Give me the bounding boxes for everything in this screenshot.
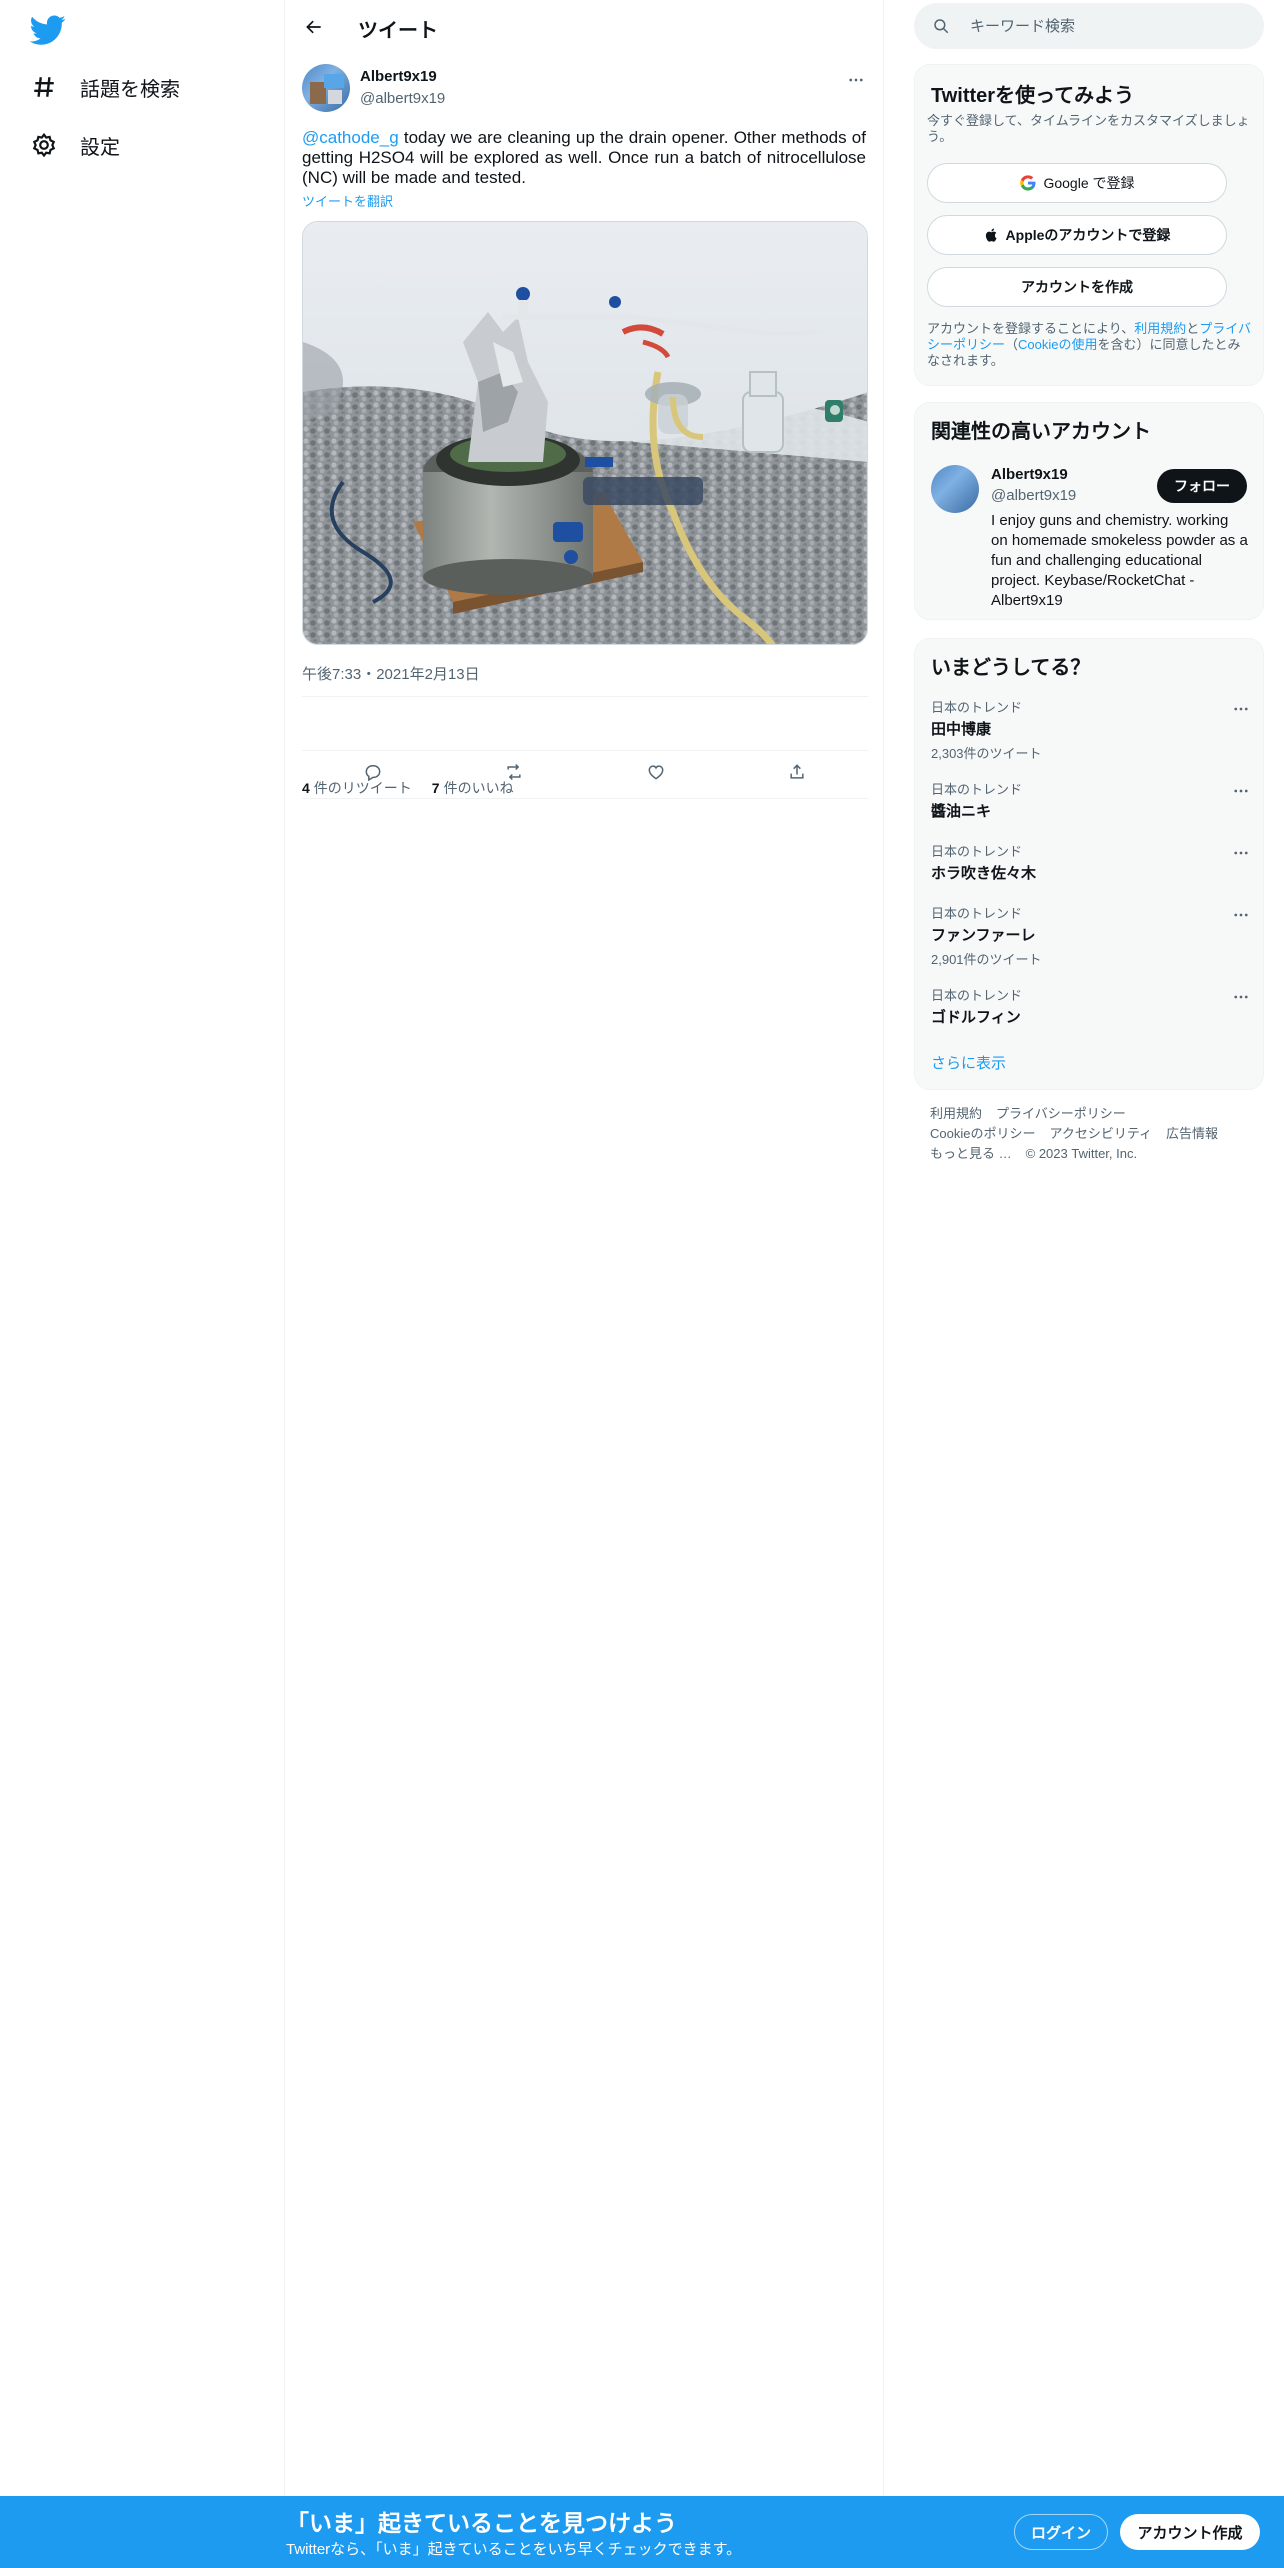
signup-legal-text: アカウントを登録することにより、利用規約とプライバシーポリシー（Cookieの使… xyxy=(927,321,1253,369)
trend-category: 日本のトレンド xyxy=(931,782,1023,797)
more-options-icon[interactable] xyxy=(1229,697,1253,721)
related-account-handle[interactable]: @albert9x19 xyxy=(991,487,1076,504)
related-account-name[interactable]: Albert9x19 xyxy=(991,466,1068,483)
footer-link[interactable]: アクセシビリティ xyxy=(1049,1126,1152,1141)
author-name[interactable]: Albert9x19 xyxy=(360,68,437,85)
show-more-link[interactable]: さらに表示 xyxy=(931,1052,1006,1073)
more-options-icon[interactable] xyxy=(1229,779,1253,803)
twitter-logo-icon[interactable] xyxy=(29,12,66,48)
hashtag-icon xyxy=(30,73,58,101)
trend-name: 醬油ニキ xyxy=(931,803,992,820)
footer-links: 利用規約 プライバシーポリシー Cookieのポリシー アクセシビリティ 広告情報 も… xyxy=(930,1104,1260,1164)
tweet-photo[interactable] xyxy=(302,221,868,645)
apple-icon xyxy=(984,227,1000,243)
more-options-icon[interactable] xyxy=(1229,903,1253,927)
legal-prefix: アカウントを登録することにより、 xyxy=(927,321,1135,336)
create-account-button[interactable]: アカウントを作成 xyxy=(927,267,1227,307)
create-account-label: アカウントを作成 xyxy=(1021,279,1133,295)
divider xyxy=(302,750,868,751)
trend-category: 日本のトレンド xyxy=(931,844,1023,859)
trends-card-title: いまどうしてる？ xyxy=(931,657,1091,679)
footer-link[interactable]: 広告情報 xyxy=(1166,1126,1218,1141)
more-options-icon[interactable] xyxy=(1229,985,1253,1009)
search-icon xyxy=(932,17,950,35)
footer-link[interactable]: Cookieのポリシー xyxy=(930,1126,1035,1141)
trend-count: 2,303件のツイート xyxy=(931,746,1042,761)
google-icon xyxy=(1019,174,1037,192)
bottom-bar-title: 「いま」起きていることを見つけよう xyxy=(286,2510,677,2536)
trend-name: 田中博康 xyxy=(931,721,992,738)
share-icon[interactable] xyxy=(781,756,813,788)
trend-name: ゴドルフィン xyxy=(931,1009,1021,1026)
legal-open: （ xyxy=(1005,337,1019,352)
more-options-icon[interactable] xyxy=(844,68,868,92)
bottom-signup-bar: 「いま」起きていることを見つけよう Twitterなら、「いま」起きていることを… xyxy=(0,2496,1284,2568)
footer-link[interactable]: もっと見る … xyxy=(930,1146,1012,1161)
legal-and: と xyxy=(1186,321,1200,336)
page-header: ツイート xyxy=(286,0,884,54)
footer-link[interactable]: プライバシーポリシー xyxy=(996,1106,1126,1121)
apple-signup-button[interactable]: Appleのアカウントで登録 xyxy=(927,215,1227,255)
author-handle[interactable]: @albert9x19 xyxy=(360,90,445,107)
cookie-link[interactable]: Cookieの使用 xyxy=(1018,337,1097,352)
trend-name: ファンファーレ xyxy=(931,927,1036,944)
back-arrow-icon[interactable] xyxy=(298,11,330,43)
nav-item-explore[interactable]: 話題を検索 xyxy=(30,67,180,107)
reply-icon[interactable] xyxy=(357,756,389,788)
avatar[interactable] xyxy=(302,64,350,112)
nav-item-settings[interactable]: 設定 xyxy=(30,125,120,165)
divider xyxy=(302,696,868,697)
footer-link[interactable]: 利用規約 xyxy=(930,1106,982,1121)
related-card-title: 関連性の高いアカウント xyxy=(931,421,1151,443)
terms-link[interactable]: 利用規約 xyxy=(1134,321,1186,336)
gear-icon xyxy=(30,131,58,159)
nav-item-label: 設定 xyxy=(80,136,120,159)
trend-item[interactable]: 日本のトレンド ホラ吹き佐々木 xyxy=(931,841,1249,883)
search-input[interactable] xyxy=(970,17,1250,35)
signup-card-subtitle: 今すぐ登録して、タイムラインをカスタマイズしましょう。 xyxy=(927,113,1250,144)
tweet-text: @cathode_g today we are cleaning up the … xyxy=(302,128,866,188)
signup-card-title: Twitterを使ってみよう xyxy=(931,85,1135,107)
login-button[interactable]: ログイン xyxy=(1014,2514,1108,2550)
retweet-icon[interactable] xyxy=(498,756,530,788)
related-account-bio: I enjoy guns and chemistry. working on h… xyxy=(991,512,1248,609)
search-box[interactable] xyxy=(914,3,1264,49)
signup-card: Twitterを使ってみよう 今すぐ登録して、タイムラインをカスタマイズしましょ… xyxy=(914,64,1264,386)
page-title: ツイート xyxy=(358,20,438,42)
trend-item[interactable]: 日本のトレンド ゴドルフィン xyxy=(931,985,1249,1027)
trend-category: 日本のトレンド xyxy=(931,988,1023,1003)
mention-link[interactable]: @cathode_g xyxy=(302,128,399,147)
avatar[interactable] xyxy=(931,465,979,513)
follow-button[interactable]: フォロー xyxy=(1157,469,1247,503)
trend-category: 日本のトレンド xyxy=(931,906,1023,921)
left-sidebar: 話題を検索 設定 xyxy=(0,0,285,2496)
translate-link[interactable]: ツイートを翻訳 xyxy=(302,191,393,210)
google-signup-label: Google で登録 xyxy=(1043,175,1135,191)
trend-name: ホラ吹き佐々木 xyxy=(931,865,1037,882)
signup-button[interactable]: アカウント作成 xyxy=(1120,2514,1260,2550)
tweet-timestamp[interactable]: 午後7:33・2021年2月13日 xyxy=(302,663,480,684)
google-signup-button[interactable]: Google で登録 xyxy=(927,163,1227,203)
trend-item[interactable]: 日本のトレンド 醬油ニキ xyxy=(931,779,1249,821)
trend-item[interactable]: 日本のトレンド 田中博康 2,303件のツイート xyxy=(931,697,1249,762)
copyright: © 2023 Twitter, Inc. xyxy=(1025,1146,1138,1161)
trend-item[interactable]: 日本のトレンド ファンファーレ 2,901件のツイート xyxy=(931,903,1249,968)
trend-category: 日本のトレンド xyxy=(931,700,1023,715)
related-accounts-card: 関連性の高いアカウント Albert9x19 @albert9x19 フォロー … xyxy=(914,402,1264,620)
bottom-bar-subtitle: Twitterなら、「いま」起きていることをいち早くチェックできます。 xyxy=(286,2541,742,2558)
tweet-actions xyxy=(302,756,868,788)
trend-count: 2,901件のツイート xyxy=(931,952,1042,967)
main-column: ツイート Albert9x19 @albert9x19 @cathode_g t… xyxy=(286,0,884,2496)
like-icon[interactable] xyxy=(640,756,672,788)
apple-signup-label: Appleのアカウントで登録 xyxy=(1005,227,1171,243)
divider xyxy=(302,798,868,799)
nav-item-label: 話題を検索 xyxy=(80,78,180,101)
more-options-icon[interactable] xyxy=(1229,841,1253,865)
trends-card: いまどうしてる？ 日本のトレンド 田中博康 2,303件のツイート 日本のトレン… xyxy=(914,638,1264,1090)
